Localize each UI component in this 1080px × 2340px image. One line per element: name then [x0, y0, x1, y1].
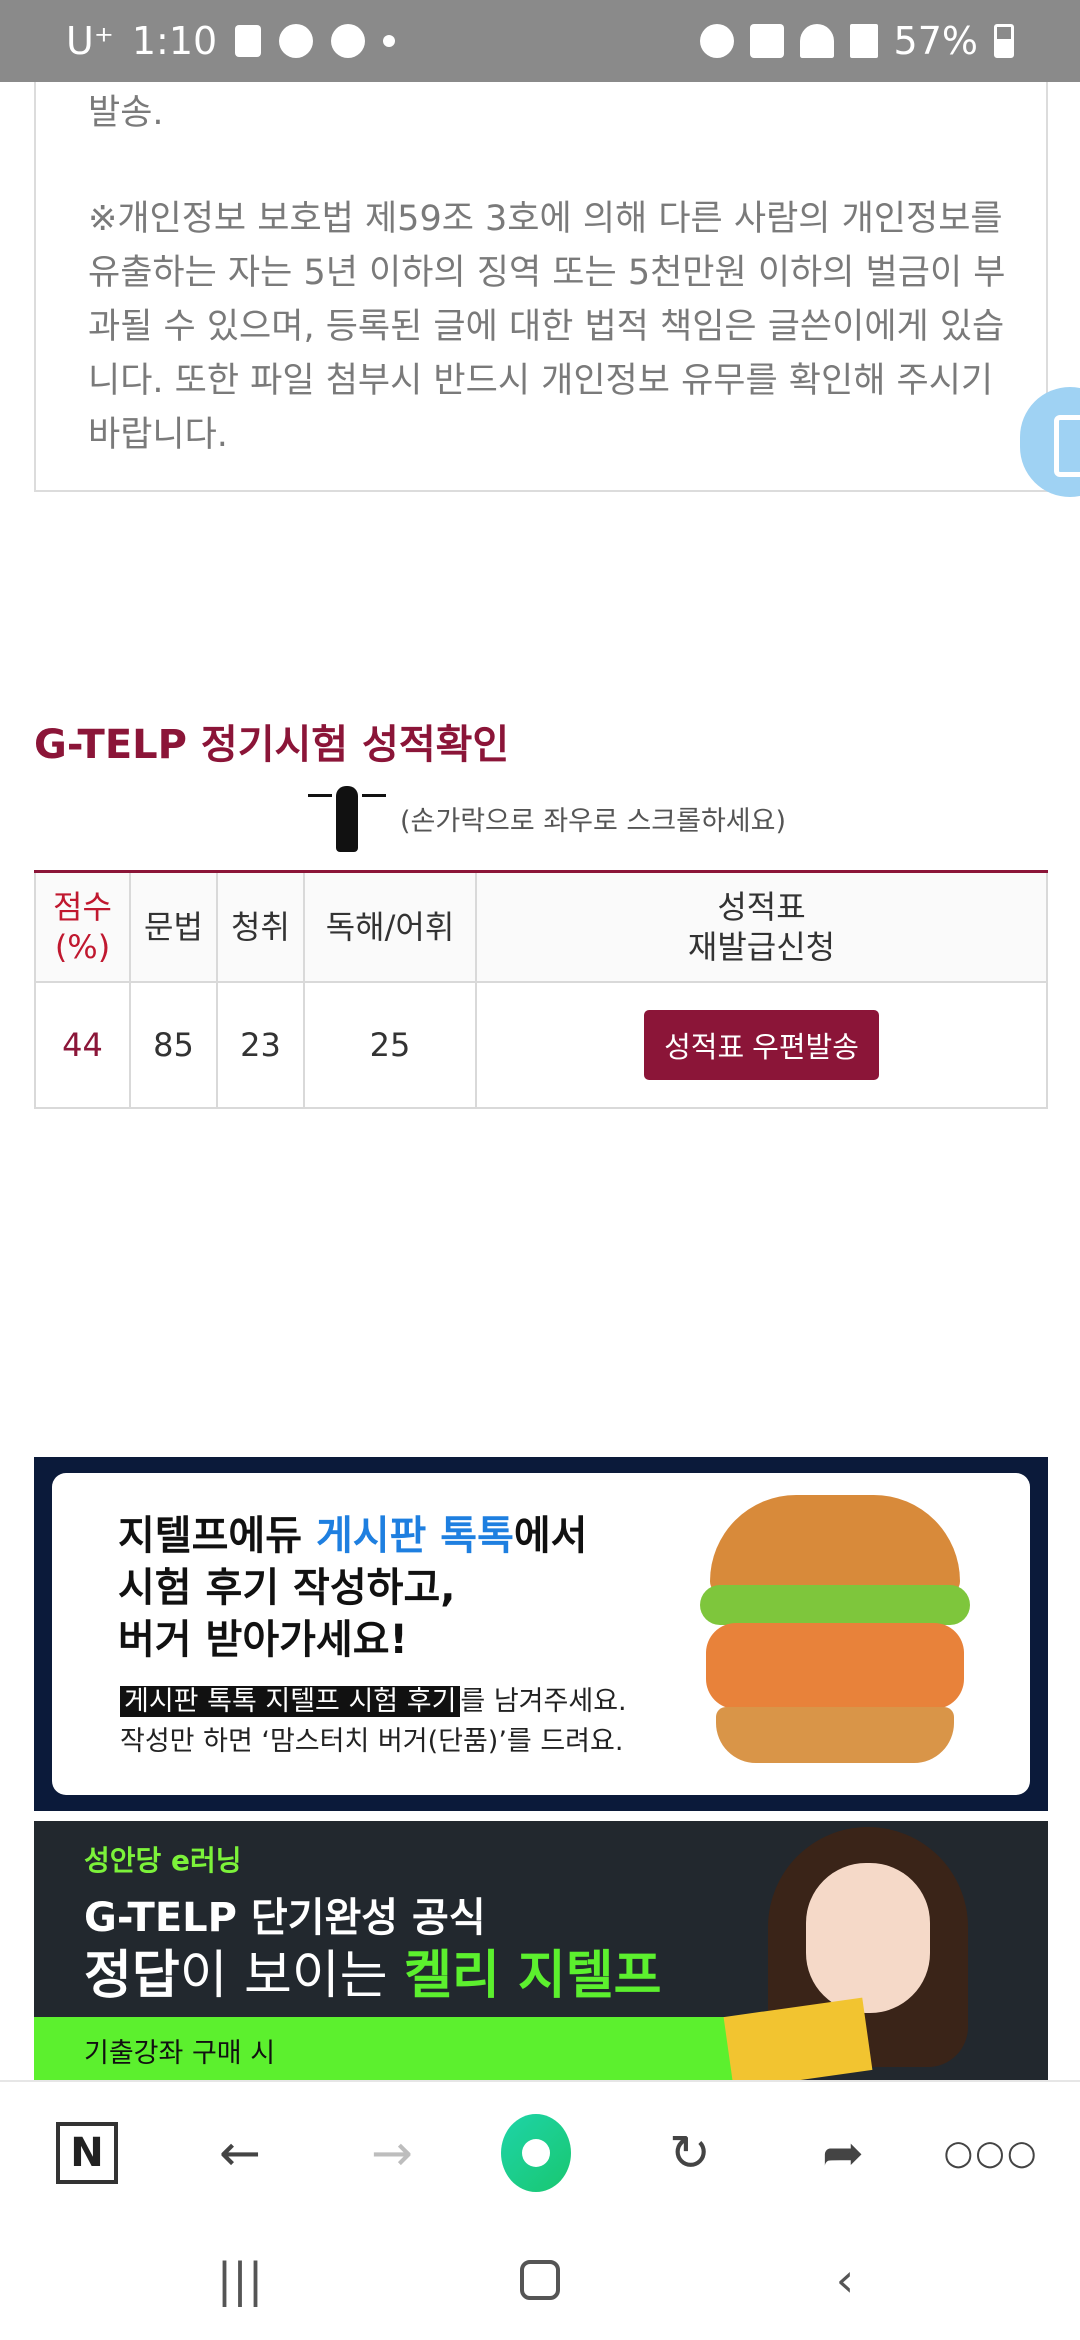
home-icon [520, 2260, 560, 2300]
more-button[interactable]: ○○○ [944, 2118, 1037, 2188]
alarm-icon [699, 24, 734, 58]
status-bar: U⁺ 1:10 57% [0, 0, 1080, 82]
swipe-finger-icon [308, 780, 386, 856]
privacy-notice-text: ※개인정보 보호법 제59조 3호에 의해 다른 사람의 개인정보를 유출하는 … [88, 199, 1006, 455]
naver-home-button[interactable]: N [52, 2118, 122, 2188]
banner1-line1: 지텔프에듀 게시판 톡톡에서 [118, 1513, 588, 1559]
banner1-sub2: 작성만 하면 ‘맘스터치 버거(단품)’를 드려요. [120, 1726, 624, 1757]
back-arrow-icon: ← [219, 2124, 261, 2182]
burger-image [700, 1481, 970, 1781]
col-header-reading: 독해/어휘 [303, 870, 477, 983]
web-content[interactable]: 발송. ※개인정보 보호법 제59조 3호에 의해 다른 사람의 개인정보를 유… [0, 82, 1080, 2080]
naver-n-icon: N [56, 2122, 118, 2184]
share-icon: ➦ [822, 2124, 864, 2182]
system-back-button[interactable]: ‹ [815, 2250, 875, 2310]
browser-toolbar: N ← → ↻ ➦ ○○○ [0, 2080, 1080, 2220]
battery-icon [994, 24, 1014, 58]
system-nav-bar: ||| ‹ [0, 2220, 1080, 2340]
col-header-listening: 청취 [216, 870, 305, 983]
notice-top-line: 발송. [88, 93, 164, 133]
listening-cell: 23 [216, 980, 305, 1109]
home-button[interactable] [510, 2250, 570, 2310]
banner2-strip-text: 기출강좌 구매 시 [84, 2038, 276, 2069]
share-button[interactable]: ➦ [808, 2118, 878, 2188]
more-dots-icon: ○○○ [943, 2133, 1039, 2173]
reading-cell: 25 [303, 980, 477, 1109]
reissue-header-line2: 재발급신청 [687, 927, 836, 966]
refresh-button[interactable]: ↻ [655, 2118, 725, 2188]
refresh-icon: ↻ [669, 2124, 711, 2182]
table-row: 44 85 23 25 성적표 우편발송 [34, 980, 1048, 1109]
banner1-line2: 시험 후기 작성하고, [118, 1565, 456, 1611]
recents-icon: ||| [216, 2253, 264, 2307]
scroll-hint: (손가락으로 좌우로 스크롤하세요) [308, 780, 786, 856]
banner1-sub1: 게시판 톡톡 지텔프 시험 후기 를 남겨주세요. [120, 1679, 627, 1718]
banner2-line2: 정답이 보이는 켈리 지텔프 [84, 1946, 662, 2006]
signal-icon [849, 24, 878, 58]
grammar-cell: 85 [129, 980, 218, 1109]
green-dot-icon [501, 2114, 571, 2192]
instructor-photo [723, 1827, 988, 2080]
forward-button[interactable]: → [357, 2118, 427, 2188]
green-dot-button[interactable] [501, 2114, 571, 2192]
score-cell: 44 [34, 980, 131, 1109]
mute-icon [749, 24, 784, 58]
reissue-cell: 성적표 우편발송 [475, 980, 1048, 1109]
wifi-icon [799, 24, 834, 58]
review-event-banner[interactable]: 지텔프에듀 게시판 톡톡에서 시험 후기 작성하고, 버거 받아가세요! 게시판… [34, 1457, 1048, 1811]
col-header-score: 점수(%) [34, 870, 131, 983]
kelly-gtelp-banner[interactable]: 성안당 e러닝 G-TELP 단기완성 공식 정답이 보이는 켈리 지텔프 기출… [34, 1821, 1048, 2080]
reissue-header-line1: 성적표 [717, 887, 806, 926]
score-table: 점수(%) 문법 청취 독해/어휘 성적표 재발급신청 44 85 23 25 … [34, 870, 1048, 1109]
gallery-notification-icon [235, 25, 262, 57]
col-header-grammar: 문법 [129, 870, 218, 983]
carrier-label: U⁺ [66, 19, 114, 63]
battery-percent: 57% [893, 19, 978, 63]
c-notification-icon [279, 24, 314, 58]
postal-reissue-button[interactable]: 성적표 우편발송 [644, 1009, 879, 1080]
privacy-notice-box: 발송. ※개인정보 보호법 제59조 3호에 의해 다른 사람의 개인정보를 유… [34, 82, 1048, 492]
banner1-line3: 버거 받아가세요! [118, 1617, 408, 1663]
clock: 1:10 [131, 19, 218, 63]
col-header-reissue: 성적표 재발급신청 [475, 870, 1048, 983]
system-back-icon: ‹ [835, 2253, 855, 2307]
g-notification-icon [331, 24, 366, 58]
forward-arrow-icon: → [371, 2124, 413, 2182]
more-notifications-dot-icon [383, 35, 396, 47]
scroll-hint-text: (손가락으로 좌우로 스크롤하세요) [400, 805, 786, 837]
banner2-brand-logo: 성안당 e러닝 [84, 1844, 242, 1877]
recents-button[interactable]: ||| [210, 2250, 270, 2310]
back-button[interactable]: ← [205, 2118, 275, 2188]
section-title: G-TELP 정기시험 성적확인 [34, 722, 510, 768]
